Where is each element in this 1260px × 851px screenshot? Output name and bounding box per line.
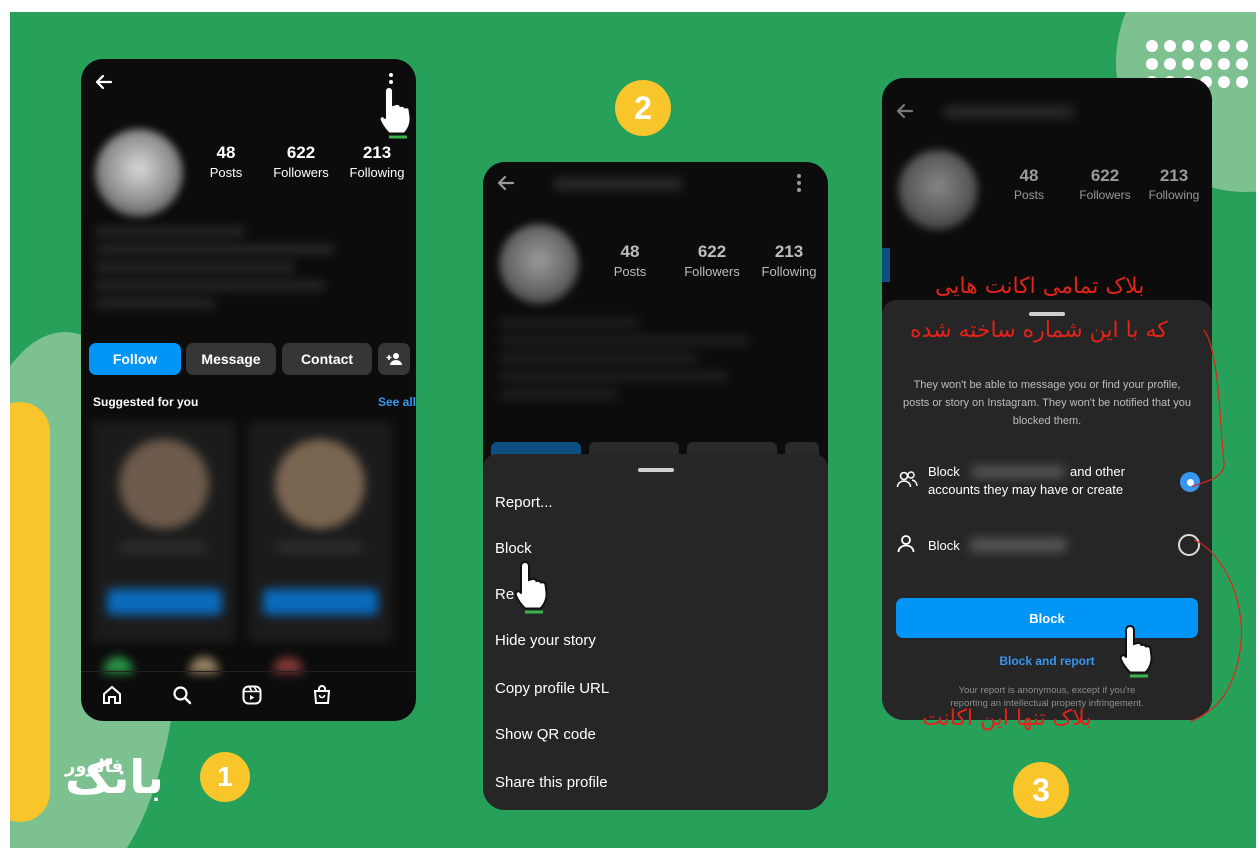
person-icon — [896, 534, 916, 559]
option2-prefix: Block — [928, 538, 960, 553]
options-bottom-sheet: Report... Block Re Hide your story Copy … — [483, 454, 828, 810]
block-bottom-sheet: They won't be able to message you or fin… — [882, 300, 1212, 720]
sheet-handle[interactable] — [638, 468, 674, 472]
followers-stat[interactable]: 622 Followers — [266, 143, 336, 180]
option1-prefix: Block — [928, 464, 960, 479]
tutorial-canvas: 1 2 3 48 Posts 622 Followers 213 Following … — [10, 12, 1256, 848]
block-and-report-link[interactable]: Block and report — [882, 654, 1212, 668]
posts-stat: 48 Posts — [613, 242, 647, 279]
suggested-card[interactable] — [247, 421, 392, 643]
pointer-hand-icon — [511, 558, 553, 619]
step-badge-3: 3 — [1013, 762, 1069, 818]
back-arrow-icon[interactable] — [493, 170, 519, 201]
sheet-handle[interactable] — [1029, 312, 1065, 316]
back-arrow-icon[interactable] — [91, 69, 117, 95]
posts-stat: 48 Posts — [209, 143, 243, 180]
people-icon — [896, 470, 918, 495]
reels-icon[interactable] — [241, 684, 263, 711]
menu-item-copy-url[interactable]: Copy profile URL — [495, 680, 609, 697]
shop-icon[interactable] — [311, 684, 333, 711]
username-blurred — [970, 538, 1066, 552]
profile-avatar — [499, 224, 579, 304]
menu-item-qr-code[interactable]: Show QR code — [495, 726, 596, 743]
bottom-nav-bar — [81, 671, 416, 721]
username-blurred — [553, 178, 683, 190]
followers-stat: 622 Followers — [1079, 166, 1131, 202]
menu-item-report[interactable]: Report... — [495, 494, 553, 511]
back-arrow-icon[interactable] — [892, 98, 918, 129]
option1-line2: accounts they may have or create — [928, 482, 1124, 497]
bio-blurred — [95, 227, 355, 317]
posts-stat: 48 Posts — [1013, 166, 1044, 202]
following-stat: 213 Following — [761, 242, 817, 279]
contact-button[interactable]: Contact — [282, 343, 372, 375]
following-stat: 213 Following — [1148, 166, 1200, 202]
search-icon[interactable] — [171, 684, 193, 711]
suggested-card[interactable] — [91, 421, 236, 643]
add-user-button[interactable] — [378, 343, 410, 375]
menu-item-block[interactable]: Block — [495, 540, 532, 557]
following-stat[interactable]: 213 Following — [343, 143, 411, 180]
profile-avatar — [95, 129, 183, 217]
bio-blurred — [499, 318, 759, 408]
phone-block-dialog-screen: 48 Posts 622 Followers 213 Following They w… — [882, 78, 1212, 720]
username-blurred — [944, 106, 1074, 118]
step-badge-2: 2 — [615, 80, 671, 136]
footer-line-1: Your report is anonymous, except if you'… — [958, 685, 1136, 696]
decorative-stripe-yellow — [10, 402, 50, 822]
profile-avatar — [898, 150, 978, 230]
followers-stat: 622 Followers — [684, 242, 740, 279]
follow-button-dimmed — [882, 248, 890, 282]
phone-profile-screen: 48 Posts 622 Followers 213 Following Follow… — [81, 59, 416, 721]
option1-suffix: and other — [1070, 464, 1125, 479]
add-user-icon — [386, 353, 402, 365]
block-all-accounts-option[interactable]: Block and other accounts they may have o… — [882, 460, 1212, 510]
annotation-block-all-line1: بلاک تمامی اکانت هایی — [935, 274, 1145, 299]
phone-options-menu-screen: 48 Posts 622 Followers 213 Following Report… — [483, 162, 828, 810]
pointer-hand-icon — [375, 83, 416, 144]
step-badge-1: 1 — [200, 752, 250, 802]
block-description: They won't be able to message you or fin… — [902, 379, 1192, 427]
follow-button[interactable]: Follow — [89, 343, 181, 375]
annotation-connector-lines — [1189, 329, 1242, 723]
brand-logo: بانک فالوور — [65, 750, 164, 804]
logo-sub-text: فالوور — [65, 756, 124, 777]
block-this-account-option[interactable]: Block — [882, 532, 1212, 562]
more-options-icon[interactable] — [795, 172, 803, 199]
suggested-for-you-label: Suggested for you — [93, 395, 199, 409]
home-icon[interactable] — [101, 684, 123, 711]
annotation-block-only: بلاک تنها این اکانت — [922, 706, 1092, 731]
message-button[interactable]: Message — [186, 343, 276, 375]
username-blurred — [972, 466, 1064, 478]
see-all-link[interactable]: See all — [378, 395, 416, 409]
menu-item-share-profile[interactable]: Share this profile — [495, 774, 608, 791]
pointer-hand-icon — [1116, 622, 1158, 683]
annotation-block-all-line2: که با این شماره ساخته شده — [910, 318, 1168, 343]
menu-item-hide-story[interactable]: Hide your story — [495, 632, 596, 649]
